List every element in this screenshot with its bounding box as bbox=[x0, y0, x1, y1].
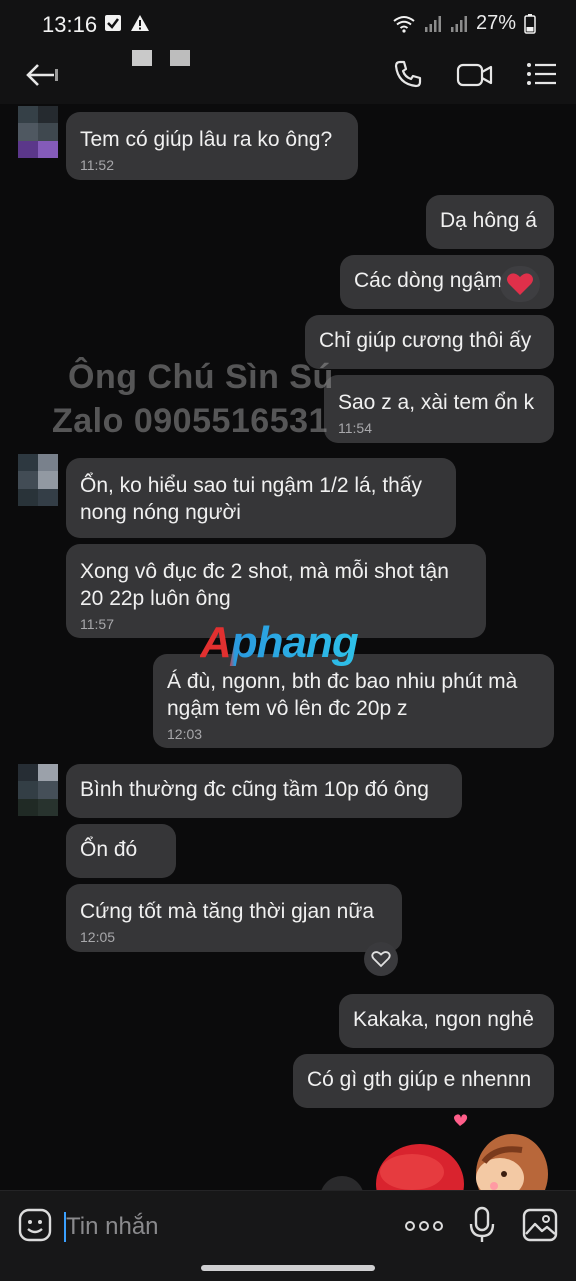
contact-avatar[interactable] bbox=[18, 764, 58, 816]
microphone-icon bbox=[469, 1206, 495, 1242]
emoji-icon bbox=[18, 1208, 52, 1242]
message-time: 11:54 bbox=[338, 420, 372, 436]
received-message[interactable]: Ổn, ko hiểu sao tui ngậm 1/2 lá, thấy no… bbox=[66, 458, 456, 538]
watermark-phone: Zalo 0905516531 bbox=[52, 402, 328, 440]
received-message[interactable]: Bình thường đc cũng tầm 10p đó ông bbox=[66, 764, 462, 818]
message-time: 12:05 bbox=[80, 929, 116, 945]
message-text: Ổn đó bbox=[80, 838, 138, 861]
image-gallery-icon bbox=[522, 1208, 558, 1242]
status-time: 13:16 bbox=[42, 12, 98, 37]
sent-message[interactable]: Sao z a, xài tem ổn k 11:54 bbox=[324, 375, 554, 443]
more-dots-icon bbox=[405, 1221, 443, 1231]
message-input[interactable]: Tin nhắn bbox=[66, 1208, 386, 1246]
warning-icon bbox=[131, 15, 149, 31]
sent-message[interactable]: Kakaka, ngon nghẻ bbox=[339, 994, 554, 1048]
signal-icon-2 bbox=[450, 15, 467, 32]
kiss-sticker-icon bbox=[376, 1114, 548, 1190]
message-time: 11:52 bbox=[80, 157, 114, 173]
message-text: Có gì gth giúp e nhennn bbox=[307, 1068, 532, 1091]
home-indicator[interactable] bbox=[201, 1265, 375, 1271]
status-right: 27% bbox=[392, 12, 536, 35]
react-button[interactable] bbox=[364, 942, 398, 976]
notification-icons bbox=[104, 14, 150, 32]
sent-message[interactable]: Á đù, ngonn, bth đc bao nhiu phút mà ngậ… bbox=[153, 654, 554, 748]
contact-avatar[interactable] bbox=[18, 454, 58, 506]
message-text: Xong vô đục đc 2 shot, mà mỗi shot tận 2… bbox=[80, 560, 449, 610]
watermark-name: Ông Chú Sìn Sú bbox=[68, 358, 334, 396]
list-menu-icon bbox=[527, 63, 556, 85]
message-text: Kakaka, ngon nghẻ bbox=[353, 1008, 534, 1031]
video-call-button[interactable] bbox=[456, 60, 494, 95]
phone-icon bbox=[394, 60, 422, 88]
checkbox-notification-icon bbox=[105, 15, 121, 31]
sent-message[interactable]: Chỉ giúp cương thôi ấy bbox=[305, 315, 554, 369]
contact-avatar[interactable] bbox=[18, 106, 58, 158]
options-button[interactable] bbox=[526, 60, 558, 93]
call-button[interactable] bbox=[392, 58, 424, 95]
message-text: Tem có giúp lâu ra ko ông? bbox=[80, 128, 333, 151]
aphang-logo-watermark: Aphang bbox=[200, 618, 359, 667]
message-text: Cứng tốt mà tăng thời gjan nữa bbox=[80, 900, 375, 923]
heart-outline-icon bbox=[371, 951, 391, 968]
message-text: Bình thường đc cũng tầm 10p đó ông bbox=[80, 778, 429, 801]
video-camera-icon bbox=[456, 63, 493, 87]
message-text: Ổn, ko hiểu sao tui ngậm 1/2 lá, thấy no… bbox=[80, 474, 423, 524]
received-message[interactable]: Ổn đó bbox=[66, 824, 176, 878]
message-text: Dạ hông á bbox=[440, 209, 537, 232]
message-text: Chỉ giúp cương thôi ấy bbox=[319, 329, 532, 352]
back-button[interactable] bbox=[24, 60, 60, 95]
sticker[interactable] bbox=[372, 1112, 556, 1190]
wifi-icon bbox=[393, 15, 415, 33]
message-text: Sao z a, xài tem ổn k bbox=[338, 391, 535, 414]
message-text: Á đù, ngonn, bth đc bao nhiu phút mà ngậ… bbox=[167, 670, 518, 720]
back-arrow-icon bbox=[26, 64, 58, 86]
sent-message[interactable]: Có gì gth giúp e nhennn bbox=[293, 1054, 554, 1108]
voice-button[interactable] bbox=[468, 1206, 496, 1249]
status-bar: 13:16 27% bbox=[0, 0, 576, 46]
message-time: 12:03 bbox=[167, 726, 203, 742]
heart-reaction[interactable] bbox=[500, 266, 540, 302]
received-message[interactable]: Cứng tốt mà tăng thời gjan nữa 12:05 bbox=[66, 884, 402, 952]
emoji-button[interactable] bbox=[18, 1208, 52, 1247]
contact-name-redacted[interactable] bbox=[132, 50, 192, 70]
more-button[interactable] bbox=[404, 1216, 444, 1241]
gallery-button[interactable] bbox=[522, 1208, 558, 1247]
heart-icon bbox=[507, 273, 533, 295]
chat-header bbox=[0, 46, 576, 105]
signal-icon bbox=[424, 15, 441, 32]
received-message[interactable]: Tem có giúp lâu ra ko ông? 11:52 bbox=[66, 112, 358, 180]
battery-icon bbox=[524, 13, 536, 34]
sent-message[interactable]: Dạ hông á bbox=[426, 195, 554, 249]
battery-percent: 27% bbox=[475, 12, 516, 34]
